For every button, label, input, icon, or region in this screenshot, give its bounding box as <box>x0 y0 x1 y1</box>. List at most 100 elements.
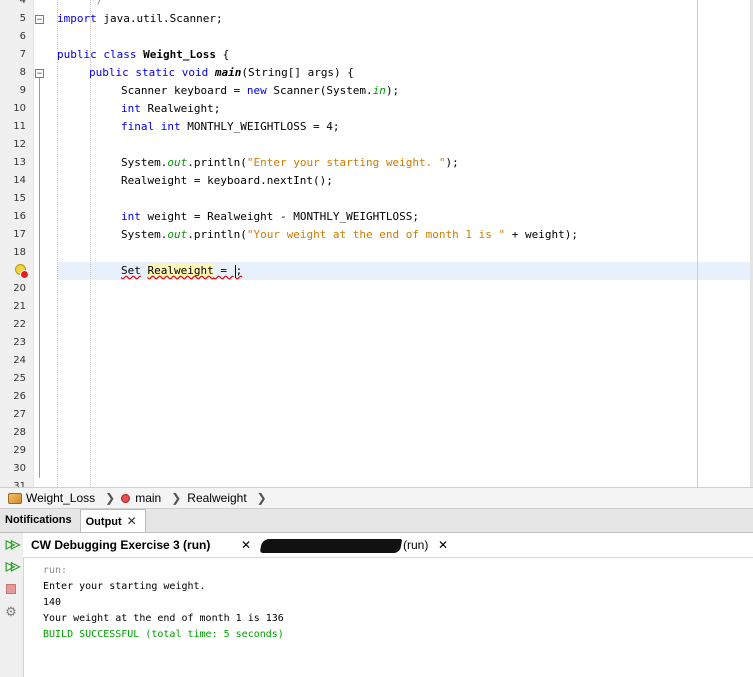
chevron-right-icon: ❯ <box>171 491 182 505</box>
tab-label: (run) <box>403 538 429 552</box>
tab-run-primary[interactable]: CW Debugging Exercise 3 (run) <box>31 533 210 558</box>
console-output[interactable]: run: Enter your starting weight. 140 You… <box>43 563 743 643</box>
line-number: 21 <box>13 301 26 312</box>
code-line-8: public static void main(String[] args) { <box>89 64 354 82</box>
static-field: out <box>167 156 188 169</box>
code-text: = <box>213 264 234 277</box>
code-line-19[interactable]: Set Realweight = ; <box>121 262 242 280</box>
stop-icon[interactable] <box>6 584 16 594</box>
code-line-10: int Realweight; <box>121 100 220 118</box>
line-number: 11 <box>13 121 26 132</box>
keyword: int <box>121 102 141 115</box>
line-number: 15 <box>13 193 26 204</box>
rerun-icon[interactable]: ▷▷ <box>4 537 20 551</box>
line-number: 23 <box>13 337 26 348</box>
code-text: MONTHLY_WEIGHTLOSS = 4; <box>180 120 340 133</box>
code-line-9: Scanner keyboard = new Scanner(System.in… <box>121 82 399 100</box>
code-text: System. <box>121 156 168 169</box>
static-field: in <box>372 84 386 97</box>
class-name: Weight_Loss <box>143 48 216 61</box>
line-number: 6 <box>19 31 26 42</box>
breadcrumb-label: main <box>135 491 162 505</box>
breadcrumb-method[interactable]: main <box>121 491 161 505</box>
chevron-right-icon: ❯ <box>256 491 267 505</box>
code-line-11: final int MONTHLY_WEIGHTLOSS = 4; <box>121 118 340 136</box>
line-number: 7 <box>19 49 26 60</box>
class-icon <box>8 492 22 504</box>
close-icon[interactable]: ✕ <box>241 533 251 558</box>
console-line: BUILD SUCCESSFUL (total time: 5 seconds) <box>43 629 284 640</box>
code-text: ); <box>385 84 400 97</box>
keyword: public static void <box>89 66 209 79</box>
code-editor[interactable]: 4 5 6 7 8 9 10 11 12 13 14 15 16 17 18 20 21 22 23 24 25 26 27… <box>0 0 753 487</box>
tab-label: CW Debugging Exercise 3 (run) <box>31 538 211 552</box>
line-number: 20 <box>13 283 26 294</box>
line-number: 27 <box>13 409 26 420</box>
breadcrumb-bar: Weight_Loss ❯ main ❯ Realweight ❯ <box>0 487 753 509</box>
tab-run-secondary[interactable]: (run) <box>259 533 429 558</box>
line-number: 12 <box>13 139 26 150</box>
error-token-highlighted: Realweight <box>147 264 214 277</box>
code-text: ); <box>445 156 459 169</box>
keyword: final int <box>121 120 181 133</box>
line-number: 10 <box>13 103 26 114</box>
code-text: Realweight; <box>140 102 221 115</box>
line-number: 5 <box>19 13 26 24</box>
code-line-13: System.out.println("Enter your starting … <box>121 154 459 172</box>
code-text: (String[] args) { <box>241 66 354 79</box>
output-tabs: CW Debugging Exercise 3 (run) ✕ (run) ✕ <box>23 533 753 558</box>
method-name: main <box>214 66 242 79</box>
close-icon[interactable]: ✕ <box>438 533 448 558</box>
error-token: Set <box>121 264 141 277</box>
line-number: 13 <box>13 157 26 168</box>
code-text: + weight); <box>505 228 578 241</box>
tab-label: Output <box>85 516 122 528</box>
line-number: 24 <box>13 355 26 366</box>
code-line-14: Realweight = keyboard.nextInt(); <box>121 174 333 187</box>
line-number: 25 <box>13 373 26 384</box>
tab-notifications[interactable]: Notifications <box>0 509 80 532</box>
fold-toggle-import[interactable]: − <box>35 15 44 25</box>
right-margin-line <box>697 0 698 487</box>
breadcrumb-class[interactable]: Weight_Loss <box>8 491 95 505</box>
line-number: 22 <box>13 319 26 330</box>
code-line-4: */ <box>90 0 104 7</box>
line-number: 28 <box>13 427 26 438</box>
code-line-5: import java.util.Scanner; <box>57 10 223 28</box>
string-literal: "Your weight at the end of month 1 is " <box>246 228 506 241</box>
line-number: 8 <box>19 67 26 78</box>
breadcrumb-label: Weight_Loss <box>26 491 96 505</box>
code-text: ; <box>235 264 243 277</box>
error-badge-icon <box>20 270 29 279</box>
indent-guide <box>57 0 58 487</box>
output-toolbar: ▷▷ ▷▷ ⚙ <box>0 533 24 677</box>
rerun-with-params-icon[interactable]: ▷▷ <box>4 559 20 573</box>
redacted-mark <box>259 538 403 553</box>
code-line-7: public class Weight_Loss { <box>57 46 229 64</box>
line-number: 26 <box>13 391 26 402</box>
keyword: public class <box>57 48 137 61</box>
keyword: new <box>246 84 267 97</box>
code-text: .println( <box>187 228 247 241</box>
breadcrumb-variable[interactable]: Realweight <box>187 491 246 505</box>
line-number: 4 <box>19 0 26 6</box>
fold-toggle-main[interactable]: − <box>35 69 44 79</box>
line-number: 16 <box>13 211 26 222</box>
fold-guide-line <box>39 78 40 478</box>
line-number: 30 <box>13 463 26 474</box>
error-hint-icon[interactable] <box>13 264 29 279</box>
keyword: import <box>57 12 97 25</box>
code-text: weight = Realweight - MONTHLY_WEIGHTLOSS… <box>140 210 420 223</box>
breadcrumb-label: Realweight <box>187 491 247 505</box>
code-text: { <box>215 48 230 61</box>
string-literal: "Enter your starting weight. " <box>246 156 446 169</box>
close-icon[interactable]: ✕ <box>127 514 137 528</box>
tab-output[interactable]: Output ✕ <box>79 509 146 532</box>
keyword: int <box>121 210 141 223</box>
line-number: 18 <box>13 247 26 258</box>
code-line-17: System.out.println("Your weight at the e… <box>121 226 578 244</box>
code-text: .println( <box>187 156 247 169</box>
settings-icon[interactable]: ⚙ <box>4 605 18 619</box>
code-text: System. <box>121 228 168 241</box>
console-line: 140 <box>43 597 62 608</box>
